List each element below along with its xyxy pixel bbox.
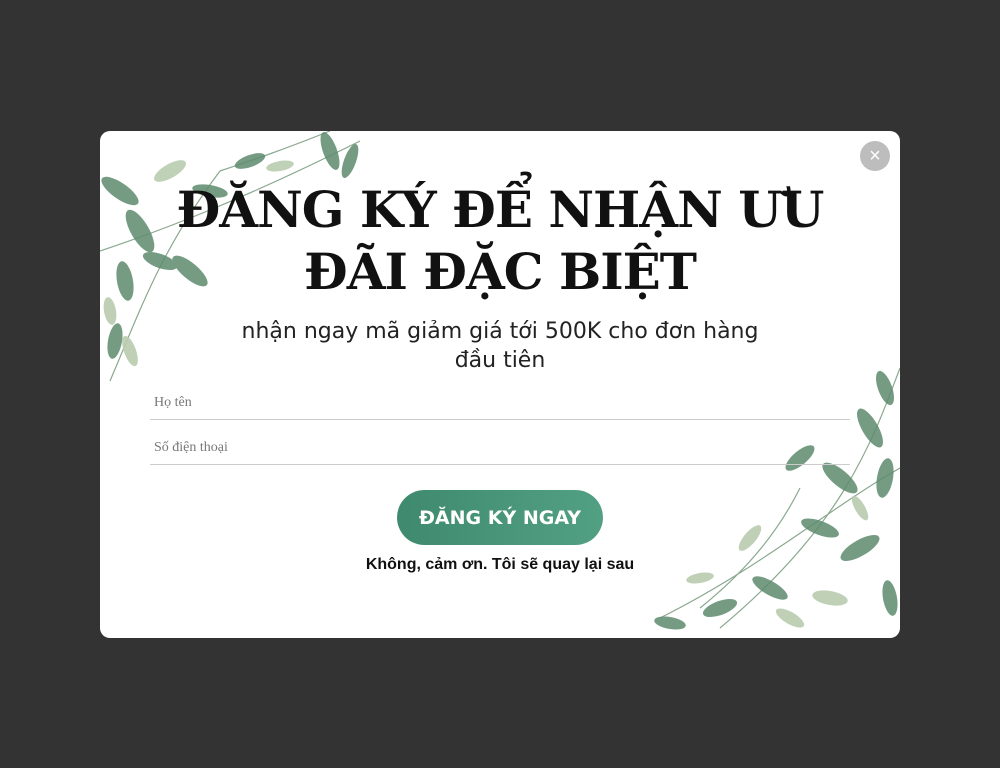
close-button[interactable]: ×: [860, 141, 890, 171]
name-input[interactable]: [150, 386, 850, 420]
close-icon: ×: [869, 145, 881, 167]
phone-input[interactable]: [150, 431, 850, 465]
popup-title: ĐĂNG KÝ ĐỂ NHẬN ƯU ĐÃI ĐẶC BIỆT: [160, 179, 840, 303]
subtitle-line-2: đầu tiên: [454, 348, 546, 373]
subtitle-line-1: nhận ngay mã giảm giá tới 500K cho đơn h…: [241, 319, 759, 344]
title-line-1: ĐĂNG KÝ ĐỂ NHẬN ƯU: [176, 180, 825, 239]
title-line-2: ĐÃI ĐẶC BIỆT: [304, 242, 697, 301]
popup-subtitle: nhận ngay mã giảm giá tới 500K cho đơn h…: [210, 317, 790, 375]
register-button[interactable]: ĐĂNG KÝ NGAY: [397, 490, 603, 545]
decline-link[interactable]: Không, cảm ơn. Tôi sẽ quay lại sau: [300, 556, 700, 574]
signup-popup: × ĐĂNG KÝ ĐỂ NHẬN ƯU ĐÃI ĐẶC BIỆT nhận n…: [100, 131, 900, 638]
